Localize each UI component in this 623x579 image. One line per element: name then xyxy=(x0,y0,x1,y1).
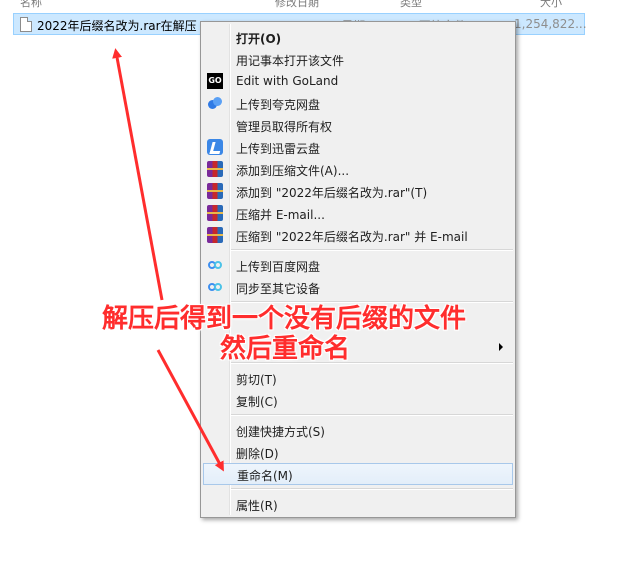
submenu-arrow-icon xyxy=(499,343,503,351)
file-name: 2022年后缀名改为.rar在解压 xyxy=(37,19,197,33)
menu-item-edit-goland[interactable]: GO Edit with GoLand xyxy=(203,70,513,92)
baidu-netdisk-icon xyxy=(207,279,223,295)
annotation-text-line2: 然后重命名 xyxy=(220,334,351,364)
column-header-size[interactable]: 大小 xyxy=(540,0,562,8)
menu-separator xyxy=(231,414,513,416)
column-header-row: 名称 修改日期 类型 大小 xyxy=(0,0,623,8)
winrar-icon xyxy=(207,161,223,177)
menu-item-take-ownership[interactable]: 管理员取得所有权 xyxy=(203,114,513,136)
menu-item-label: 属性(R) xyxy=(236,499,278,513)
arrow-to-file xyxy=(112,48,164,301)
blank-file-icon xyxy=(20,17,32,32)
winrar-icon xyxy=(207,227,223,243)
menu-item-create-shortcut[interactable]: 创建快捷方式(S) xyxy=(203,419,513,441)
context-menu: 打开(O) 用记事本打开该文件 GO Edit with GoLand 上传到夸… xyxy=(200,21,516,518)
menu-item-compress-email[interactable]: 压缩并 E-mail... xyxy=(203,202,513,224)
menu-item-add-to-rar[interactable]: 添加到 "2022年后缀名改为.rar"(T) xyxy=(203,180,513,202)
menu-item-label: 添加到压缩文件(A)... xyxy=(236,164,350,178)
menu-item-label: 重命名(M) xyxy=(237,469,293,483)
menu-item-label: 上传到夸克网盘 xyxy=(236,98,321,112)
menu-item-delete[interactable]: 删除(D) xyxy=(203,441,513,463)
menu-item-open-notepad[interactable]: 用记事本打开该文件 xyxy=(203,48,513,70)
menu-item-compress-to-rar-email[interactable]: 压缩到 "2022年后缀名改为.rar" 并 E-mail xyxy=(203,224,513,246)
goland-icon: GO xyxy=(207,73,223,89)
menu-item-label: 用记事本打开该文件 xyxy=(236,54,345,68)
menu-item-upload-quark[interactable]: 上传到夸克网盘 xyxy=(203,92,513,114)
menu-item-label: 复制(C) xyxy=(236,395,278,409)
menu-item-label: 压缩并 E-mail... xyxy=(236,208,325,222)
menu-item-cut[interactable]: 剪切(T) xyxy=(203,367,513,389)
menu-item-label: Edit with GoLand xyxy=(236,74,339,88)
menu-item-label: 上传到百度网盘 xyxy=(236,260,321,274)
menu-item-label: 添加到 "2022年后缀名改为.rar"(T) xyxy=(236,186,428,200)
menu-item-upload-baidu[interactable]: 上传到百度网盘 xyxy=(203,254,513,276)
menu-item-label: 剪切(T) xyxy=(236,373,277,387)
winrar-icon xyxy=(207,183,223,199)
baidu-netdisk-icon xyxy=(207,257,223,273)
menu-item-upload-xunlei[interactable]: 上传到迅雷云盘 xyxy=(203,136,513,158)
menu-item-rename[interactable]: 重命名(M) xyxy=(203,463,513,485)
menu-item-label: 压缩到 "2022年后缀名改为.rar" 并 E-mail xyxy=(236,230,468,244)
column-header-type[interactable]: 类型 xyxy=(400,0,422,8)
column-header-name[interactable]: 名称 xyxy=(20,0,42,8)
menu-item-label: 打开(O) xyxy=(236,32,282,46)
menu-separator xyxy=(231,249,513,251)
menu-item-sync-devices[interactable]: 同步至其它设备 xyxy=(203,276,513,298)
menu-separator xyxy=(231,488,513,490)
column-header-date[interactable]: 修改日期 xyxy=(275,0,319,8)
menu-item-label: 同步至其它设备 xyxy=(236,282,321,296)
menu-item-add-archive[interactable]: 添加到压缩文件(A)... xyxy=(203,158,513,180)
menu-item-copy[interactable]: 复制(C) xyxy=(203,389,513,411)
menu-item-label: 管理员取得所有权 xyxy=(236,120,333,134)
xunlei-icon xyxy=(207,139,223,155)
winrar-icon xyxy=(207,205,223,221)
menu-item-properties[interactable]: 属性(R) xyxy=(203,493,513,515)
file-size: 1,254,822... xyxy=(514,17,587,31)
menu-item-open[interactable]: 打开(O) xyxy=(203,26,513,48)
menu-item-label: 上传到迅雷云盘 xyxy=(236,142,321,156)
menu-item-label: 删除(D) xyxy=(236,447,279,461)
quark-cloud-icon xyxy=(207,95,223,111)
menu-item-label: 创建快捷方式(S) xyxy=(236,425,325,439)
